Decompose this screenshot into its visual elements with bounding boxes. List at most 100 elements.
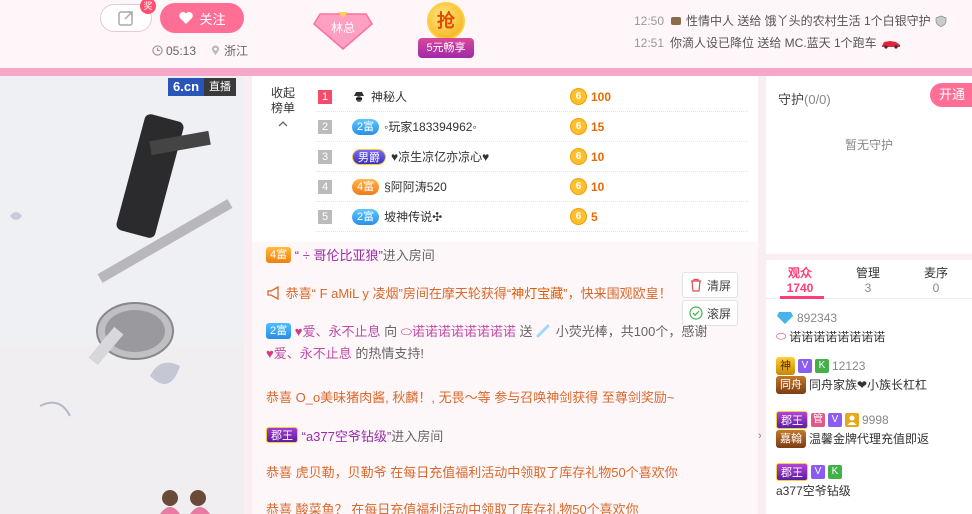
tab-count: 0 [932,281,940,295]
rank-amount: 10 [591,149,605,164]
promo-coin: 抢 [427,2,465,40]
follow-button[interactable]: 关注 [160,3,244,33]
audience-panel: 观众 1740 管理 3 麦序 0 892343 ⬭ 诺诺诺诺诺诺诺诺 神 V … [766,260,972,514]
clock-icon [152,45,163,56]
rank-amount: 100 [591,89,612,104]
user-icon [845,412,859,427]
user-name: 同舟家族❤小族长杠杠 [809,378,928,392]
stream-location: 浙江 [224,44,249,58]
noble-badge: 男爵 [352,148,386,165]
k-badge: K [815,358,829,373]
notice-time: 12:50 [634,14,665,28]
tab-mic-queue[interactable]: 麦序 0 [902,266,970,296]
vip-badge: V [828,412,842,427]
rank-row[interactable]: 3 男爵 ♥凉生凉亿亦凉心♥ 6 10 [316,142,748,172]
noble-badge: 郡王 [776,462,808,481]
rank-number: 4 [318,179,332,194]
rank-user-name[interactable]: ◦玩家183394962◦ [384,118,477,135]
rank-number: 1 [318,89,332,104]
user-level-icon [671,17,681,25]
collapse-rank-button[interactable]: 收起 榜单 [266,86,300,131]
follow-label: 关注 [199,11,226,27]
coin-icon: 6 [570,208,587,225]
rank-amount: 5 [591,209,598,224]
chat-user-name[interactable]: 爱、永不止息 [302,324,380,339]
sports-car-icon [881,41,900,49]
promo-label: 5元畅享 [418,38,474,58]
chat-user-name[interactable]: “a377空爷钻级” [302,429,392,444]
wealth-level-badge: 2富 [352,208,380,225]
collapse-label-bottom: 榜单 [270,101,295,115]
notice-time: 12:51 [634,36,665,50]
site-logo: 6.cn [168,78,205,96]
guard-empty-text: 暂无守护 [844,138,893,152]
rank-number: 5 [318,209,332,224]
chat-message: 恭喜 O_o美味猪肉酱, 秋麟！, 无畏～等 参与召唤神剑获得 至尊剑奖励~ [266,390,675,405]
rank-user-name[interactable]: 神秘人 [371,88,407,105]
gift-notice-list: 12:50 性情中人 送给 饿丫头的农村生活 1个白银守护 12:51 你滴人设… [634,10,970,54]
noble-badge: 郡王 [266,427,298,443]
user-id: 12123 [832,358,866,373]
family-badge: 嘉翰 [776,429,806,448]
chat-user-name[interactable]: “ ÷ 哥伦比亚狼” [295,248,383,263]
chevron-up-icon [278,121,288,127]
chat-message: 郡王 “a377空爷钻级”进入房间 [266,426,443,448]
clear-chat-button[interactable]: 清屏 [682,272,738,298]
megaphone-icon [267,285,279,301]
active-tab-indicator [780,296,824,299]
rank-number: 2 [318,119,332,134]
coin-icon: 6 [570,118,587,135]
rank-row[interactable]: 4 4富 §阿阿涛520 6 10 [316,172,748,202]
wealth-level-badge: 2富 [352,118,380,135]
rank-amount: 10 [591,179,605,194]
notice-text: 性情中人 送给 饿丫头的农村生活 1个白银守护 [686,14,931,28]
video-player[interactable]: 6.cn 直播 [0,76,244,514]
rank-user-name[interactable]: 坡神传说✣ [384,208,442,225]
admin-badge: 管 [811,412,825,427]
promo-badge[interactable]: 抢 5元畅享 [418,2,474,60]
trash-icon [690,278,701,292]
check-circle-icon [689,306,703,320]
tab-audience[interactable]: 观众 1740 [766,266,834,296]
rank-row[interactable]: 5 2富 坡神传说✣ 6 5 [316,202,748,232]
chat-message: 恭喜 虎贝勒，贝勒爷 在每日充值福利活动中领取了库存礼物50个喜欢你 [266,465,678,480]
audience-user[interactable]: 郡王 V K a377空爷钻级 [776,462,966,500]
noble-badge: 神 [776,356,795,375]
guard-panel: 守护(0/0) 开通 暂无守护 [766,76,972,254]
prize-badge: 奖 [140,0,156,14]
tab-admins[interactable]: 管理 3 [834,266,902,296]
rank-user-name[interactable]: §阿阿涛520 [384,178,447,195]
open-guard-button[interactable]: 开通 [930,83,972,107]
k-badge: K [828,464,842,479]
header-divider [0,68,972,76]
gift-notice: 12:51 你滴人设已降位 送给 MC.蓝天 1个跑车 [634,32,970,54]
wealth-level-badge: 4富 [266,247,292,263]
chevron-right-icon[interactable]: › [758,430,766,444]
rank-row[interactable]: 1 神秘人 6 100 [316,82,748,112]
gift-notice: 12:50 性情中人 送给 饿丫头的农村生活 1个白银守护 [634,10,970,32]
tab-count: 1740 [786,281,814,295]
lips-icon: ⬭ [776,329,787,343]
glowstick-icon [536,324,550,338]
location-icon [211,45,220,56]
rank-row[interactable]: 2 2富 ◦玩家183394962◦ 6 15 [316,112,748,142]
diamond-icon [777,311,793,324]
family-badge: 同舟 [776,375,806,394]
user-id: 892343 [797,310,838,325]
live-tag: 6.cn 直播 [168,78,237,96]
chat-area[interactable]: 4富 “ ÷ 哥伦比亚狼”进入房间 恭喜“ F aMiL y 凌烟”房间在摩天轮… [252,242,758,514]
wealth-level-badge: 2富 [266,323,292,339]
user-name: a377空爷钻级 [776,484,851,498]
tab-count: 3 [864,281,872,295]
audience-user[interactable]: 郡王 管 V 9998 嘉翰 温馨金牌代理充值即返 [776,410,966,448]
live-status: 直播 [204,78,237,96]
top-bar: 奖 关注 05:13 浙江 林总 抢 5元畅享 12:50 性情中人 送给 饿丫… [0,0,972,68]
user-name: 温馨金牌代理充值即返 [809,432,930,446]
audience-user[interactable]: 892343 ⬭ 诺诺诺诺诺诺诺诺 [776,308,966,346]
vip-badge: V [798,358,812,373]
linzong-badge[interactable]: 林总 [310,10,376,50]
audience-user[interactable]: 神 V K 12123 同舟 同舟家族❤小族长杠杠 [776,356,966,394]
rank-user-name[interactable]: ♥凉生凉亿亦凉心♥ [391,148,489,165]
shield-icon [935,15,947,27]
stream-meta: 05:13 浙江 [152,42,248,59]
